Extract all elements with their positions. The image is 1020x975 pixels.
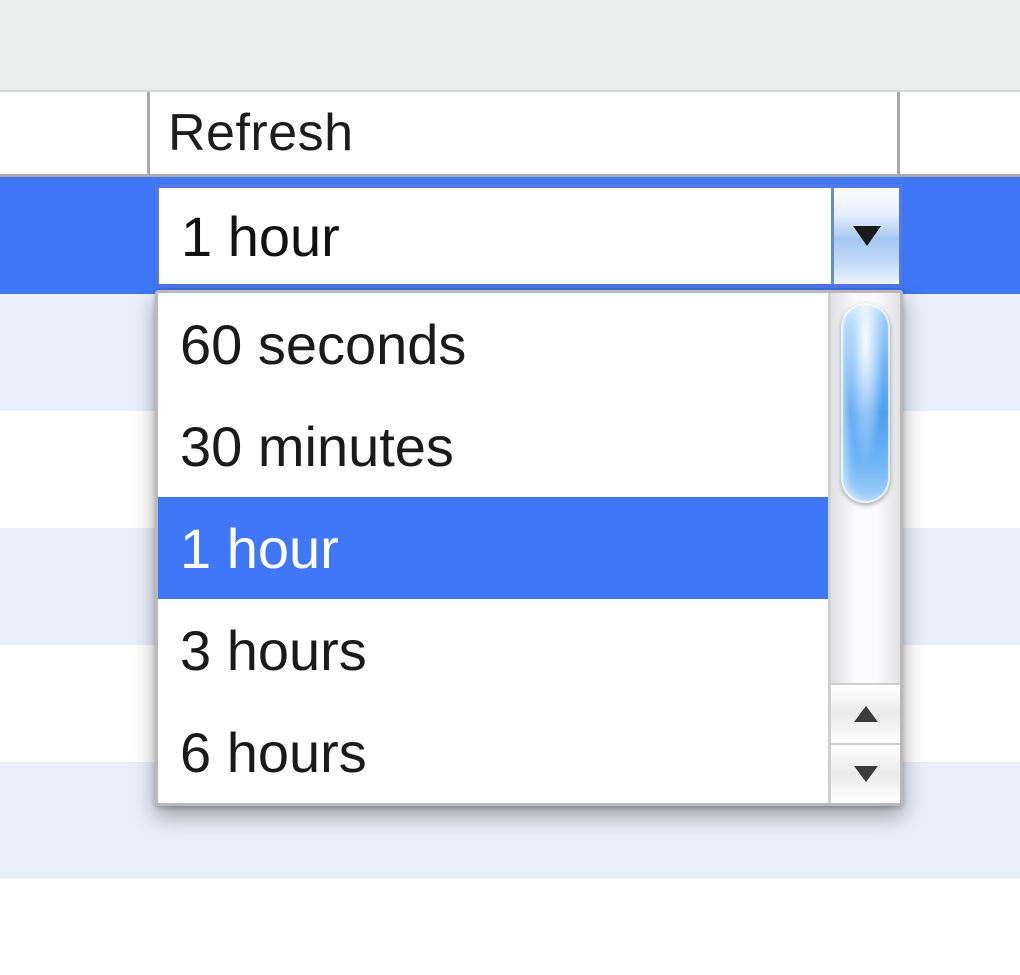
refresh-option-30-minutes[interactable]: 30 minutes	[158, 395, 828, 497]
refresh-combobox[interactable]: 1 hour	[155, 184, 903, 288]
refresh-dropdown-options: 60 seconds 30 minutes 1 hour 3 hours 6 h…	[158, 293, 828, 803]
refresh-combo-wrapper: 1 hour 60 seconds 30 minutes 1 hour 3 ho…	[155, 184, 903, 806]
refresh-combobox-button[interactable]	[831, 188, 899, 284]
option-label: 60 seconds	[180, 312, 466, 377]
scrollbar-down-button[interactable]	[831, 743, 900, 803]
refresh-option-60-seconds[interactable]: 60 seconds	[158, 293, 828, 395]
refresh-option-1-hour[interactable]: 1 hour	[158, 497, 828, 599]
option-label: 1 hour	[180, 516, 339, 581]
option-label: 3 hours	[180, 618, 367, 683]
table-header-right[interactable]	[900, 92, 1020, 174]
table-header-refresh[interactable]: Refresh	[150, 92, 900, 174]
scrollbar-up-button[interactable]	[831, 683, 900, 743]
refresh-combobox-value[interactable]: 1 hour	[159, 188, 831, 284]
chevron-down-icon	[854, 766, 878, 782]
table-row[interactable]	[0, 879, 1020, 975]
refresh-option-3-hours[interactable]: 3 hours	[158, 599, 828, 701]
table-header-row: Refresh	[0, 92, 1020, 177]
chevron-down-icon	[853, 226, 881, 246]
dropdown-scrollbar[interactable]	[828, 293, 900, 803]
scrollbar-thumb[interactable]	[841, 303, 890, 503]
refresh-option-6-hours[interactable]: 6 hours	[158, 701, 828, 803]
toolbar	[0, 0, 1020, 92]
scrollbar-track[interactable]	[831, 293, 900, 683]
refresh-header-label: Refresh	[168, 103, 354, 163]
option-label: 30 minutes	[180, 414, 454, 479]
refresh-dropdown: 60 seconds 30 minutes 1 hour 3 hours 6 h…	[155, 290, 903, 806]
chevron-up-icon	[854, 706, 878, 722]
table-header-left[interactable]	[0, 92, 150, 174]
table-area: Refresh 1 hour 60 seconds 30 minutes	[0, 92, 1020, 177]
option-label: 6 hours	[180, 720, 367, 785]
